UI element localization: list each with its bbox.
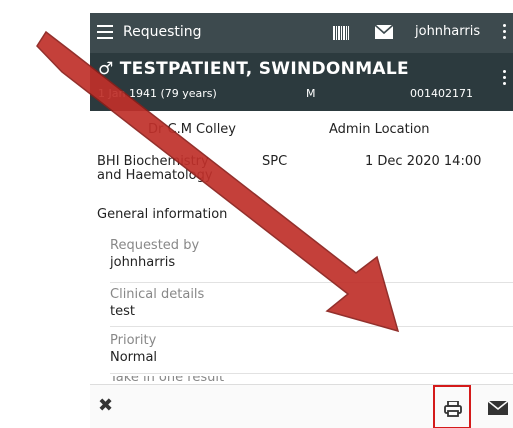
detail-clinical-details: Clinical details test [110, 284, 513, 327]
close-icon[interactable]: ✖ [98, 395, 113, 416]
bottom-toolbar: ✖ [90, 384, 513, 428]
specimen-code: SPC [262, 154, 288, 169]
patient-name-text: TESTPATIENT, SWINDONMALE [119, 59, 409, 79]
barcode-icon[interactable] [333, 26, 349, 40]
detail-label: Clinical details [110, 287, 205, 302]
patient-dob: 1 Jan 1941 (79 years) [98, 87, 217, 100]
user-name[interactable]: johnharris [415, 24, 480, 39]
department-name: BHI Biochemistry and Haematology [97, 154, 213, 183]
app-screen: Requesting johnharris ♂ TESTPATIENT, SWI… [90, 0, 513, 428]
more-options-icon[interactable] [503, 24, 506, 40]
detail-requested-by: Requested by johnharris [110, 236, 513, 283]
clinician-name: Dr C.M Colley [148, 122, 236, 137]
detail-priority: Priority Normal [110, 329, 513, 374]
printer-icon [444, 401, 462, 417]
patient-more-options-icon[interactable] [503, 70, 506, 88]
detail-label: Take in one result [110, 376, 225, 384]
general-info-heading: General information [97, 207, 228, 222]
male-gender-icon: ♂ [98, 59, 114, 79]
detail-label: Priority [110, 333, 157, 348]
detail-value: test [110, 304, 135, 319]
patient-name: ♂ TESTPATIENT, SWINDONMALE [98, 59, 409, 79]
mail-icon[interactable] [375, 25, 393, 39]
email-icon[interactable] [488, 401, 508, 415]
top-app-bar: Requesting johnharris [90, 13, 513, 53]
request-datetime: 1 Dec 2020 14:00 [365, 154, 482, 169]
patient-sex: M [306, 87, 316, 100]
detail-take-result: Take in one result [110, 376, 513, 384]
print-button[interactable] [433, 385, 471, 428]
hamburger-menu-icon[interactable] [97, 25, 113, 39]
detail-value: Normal [110, 350, 158, 365]
location-name: Admin Location [329, 122, 430, 137]
detail-label: Requested by [110, 238, 200, 253]
detail-value: johnharris [110, 255, 176, 270]
app-title: Requesting [123, 24, 202, 40]
patient-id: 001402171 [410, 87, 473, 100]
patient-banner: ♂ TESTPATIENT, SWINDONMALE 1 Jan 1941 (7… [90, 53, 513, 111]
